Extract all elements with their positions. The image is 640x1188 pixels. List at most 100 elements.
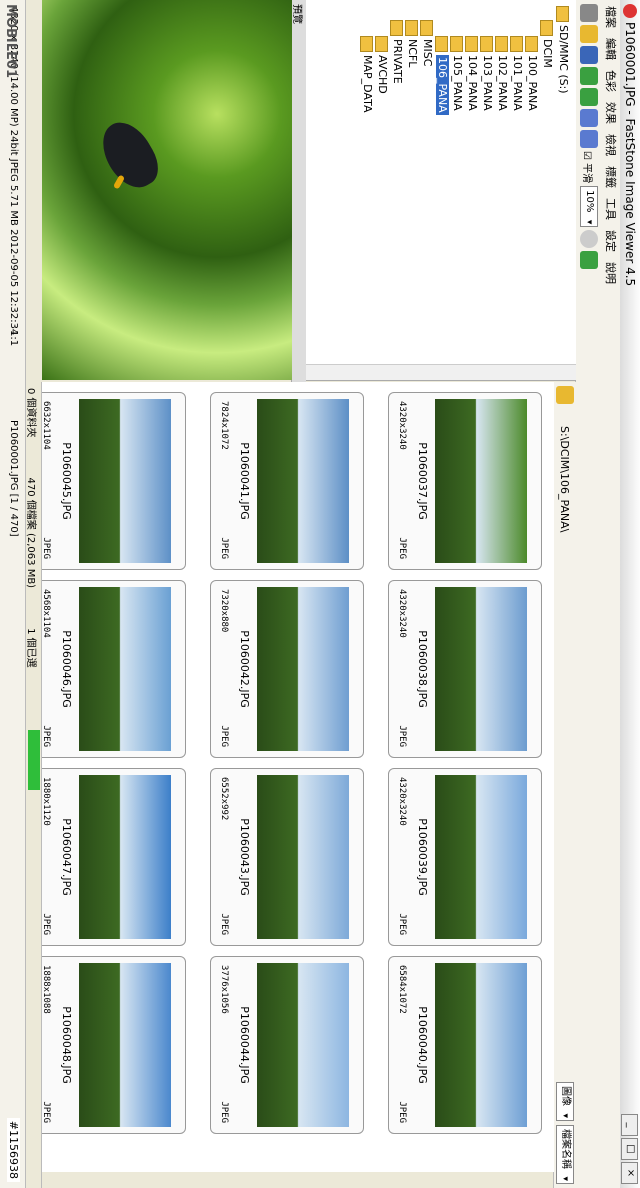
toolbar: ☑ 平滑 10%: [575, 0, 602, 1188]
thumbnail-filename: P1060038.JPG: [416, 630, 429, 708]
slideshow-icon[interactable]: [580, 251, 598, 270]
path-bar: S:\DCIM\106_PANA\ 圖像 檔案名稱: [553, 382, 576, 1188]
thumbnail-type: JPEG: [41, 725, 51, 747]
smooth-label: 平滑: [581, 163, 593, 184]
thumbnail-image: [79, 587, 171, 751]
thumbnail-type: JPEG: [219, 725, 229, 747]
thumbnail-image: [257, 587, 349, 751]
window-controls: _ □ ×: [621, 1114, 638, 1184]
tree-root[interactable]: SD/MMC (S:): [556, 6, 570, 94]
minimize-icon[interactable]: _: [621, 1114, 638, 1136]
folder-icon: [480, 36, 494, 52]
menu-bar: 檔案編輯色彩效果檢視標籤工具設定說明: [601, 0, 620, 1188]
next-icon[interactable]: [580, 88, 598, 106]
thumbnail-cell[interactable]: P1060046.JPG 4568x1104 JPEG: [32, 580, 186, 758]
tree-item-label: DCIM: [541, 39, 554, 68]
tree-item[interactable]: 106_PANA: [435, 36, 449, 115]
thumbnail-filename: P1060048.JPG: [60, 1006, 73, 1084]
folder-icon: [390, 20, 404, 36]
tree-root-label: SD/MMC (S:): [557, 25, 570, 94]
zoom-ratio[interactable]: 1:1: [8, 330, 19, 346]
thumbnail-dimensions: 6632x1104: [41, 401, 51, 450]
thumbnail-cell[interactable]: P1060041.JPG 7824x1072 JPEG: [210, 392, 364, 570]
thumbnail-image: [257, 775, 349, 939]
thumbnail-cell[interactable]: P1060044.JPG 3776x1056 JPEG: [210, 956, 364, 1134]
close-icon[interactable]: ×: [621, 1162, 638, 1184]
thumbnail-cell[interactable]: P1060047.JPG 1880x1120 JPEG: [32, 768, 186, 946]
folder-icon: [540, 20, 554, 36]
tree-item-label: PRIVATE: [391, 39, 404, 84]
open-folder-icon[interactable]: [580, 25, 598, 43]
folder-icon: [495, 36, 509, 52]
hand-icon[interactable]: [580, 230, 598, 249]
thumbnail-cell[interactable]: P1060037.JPG 4320x3240 JPEG: [388, 392, 542, 570]
thumbnail-filename: P1060046.JPG: [60, 630, 73, 708]
thumbnail-dimensions: 3776x1056: [219, 965, 229, 1014]
tree-scrollbar[interactable]: [306, 364, 576, 380]
sort-select[interactable]: 檔案名稱: [556, 1125, 574, 1184]
preview-image: [42, 0, 292, 380]
thumbnail-grid: P1060037.JPG 4320x3240 JPEG P1060038.JPG 432…: [32, 382, 554, 1172]
browse-icon[interactable]: [580, 4, 598, 22]
menu-item[interactable]: 效果: [603, 102, 619, 124]
window-title: P1060001.JPG - FastStone Image Viewer 4.…: [623, 22, 637, 287]
tree-item[interactable]: DCIM: [540, 20, 554, 68]
thumbnail-filename: P1060040.JPG: [416, 1006, 429, 1084]
tree-item[interactable]: AVCHD: [375, 36, 389, 94]
zoom-in-icon[interactable]: [580, 109, 598, 127]
zoom-out-icon[interactable]: [580, 130, 598, 148]
tree-item-label: 104_PANA: [466, 55, 479, 111]
folder-icon: [420, 20, 434, 36]
file-count: 470 個檔案 (2,063 MB): [25, 477, 37, 589]
folder-icon: [465, 36, 479, 52]
tree-item[interactable]: NCFL: [405, 20, 419, 67]
tree-item[interactable]: 105_PANA: [450, 36, 464, 111]
folder-icon: [450, 36, 464, 52]
view-select[interactable]: 圖像: [556, 1082, 574, 1121]
folder-icon: [360, 36, 374, 52]
thumbnail-dimensions: 7320x880: [219, 589, 229, 633]
tree-item[interactable]: MISC: [420, 20, 434, 66]
menu-item[interactable]: 設定: [603, 230, 619, 252]
thumbnail-cell[interactable]: P1060043.JPG 6552x992 JPEG: [210, 768, 364, 946]
menu-item[interactable]: 檢視: [603, 134, 619, 156]
menu-item[interactable]: 色彩: [603, 70, 619, 92]
tree-item[interactable]: 104_PANA: [465, 36, 479, 111]
thumbnail-image: [435, 587, 527, 751]
thumbnail-dimensions: 4320x3240: [397, 777, 407, 826]
save-icon[interactable]: [580, 46, 598, 64]
folder-icon: [510, 36, 524, 52]
smooth-checkbox[interactable]: ☑ 平滑: [582, 151, 597, 183]
tree-item[interactable]: 100_PANA: [525, 36, 539, 111]
thumbnail-type: JPEG: [41, 1101, 51, 1123]
menu-item[interactable]: 編輯: [603, 38, 619, 60]
menu-item[interactable]: 工具: [603, 198, 619, 220]
menu-item[interactable]: 說明: [603, 262, 619, 284]
thumbnail-cell[interactable]: P1060045.JPG 6632x1104 JPEG: [32, 392, 186, 570]
thumbnail-image: [79, 775, 171, 939]
folder-up-icon[interactable]: [556, 386, 574, 404]
tree-item[interactable]: 101_PANA: [510, 36, 524, 111]
menu-item[interactable]: 檔案: [603, 6, 619, 28]
tree-item-label: 105_PANA: [451, 55, 464, 111]
tree-item[interactable]: 102_PANA: [495, 36, 509, 111]
thumbnail-cell[interactable]: P1060048.JPG 1888x1088 JPEG: [32, 956, 186, 1134]
tree-item[interactable]: PRIVATE: [390, 20, 404, 84]
thumbnail-filename: P1060042.JPG: [238, 630, 251, 708]
thumbnail-image: [79, 963, 171, 1127]
folder-tree: SD/MMC (S:) DCIM 100_PANA 101_PANA 102_PANA 1…: [306, 0, 576, 381]
thumbnail-dimensions: 4568x1104: [41, 589, 51, 638]
menu-item[interactable]: 標籤: [603, 166, 619, 188]
thumbnail-cell[interactable]: P1060042.JPG 7320x880 JPEG: [210, 580, 364, 758]
prev-icon[interactable]: [580, 67, 598, 85]
thumbnail-dimensions: 1888x1088: [41, 965, 51, 1014]
tree-item[interactable]: MAP_DATA: [360, 36, 374, 113]
thumbnail-cell[interactable]: P1060040.JPG 6584x1072 JPEG: [388, 956, 542, 1134]
thumbnail-cell[interactable]: P1060038.JPG 4320x3240 JPEG: [388, 580, 542, 758]
tree-item[interactable]: 103_PANA: [480, 36, 494, 111]
credit-text: #1156938: [7, 1117, 20, 1182]
folder-count: 0 個資料夾: [25, 388, 37, 438]
zoom-select[interactable]: 10%: [580, 186, 598, 228]
thumbnail-cell[interactable]: P1060039.JPG 4320x3240 JPEG: [388, 768, 542, 946]
maximize-icon[interactable]: □: [621, 1138, 638, 1160]
